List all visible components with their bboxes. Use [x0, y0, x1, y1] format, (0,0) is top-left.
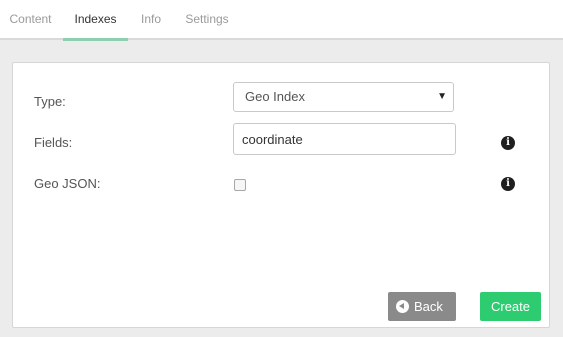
- tab-settings[interactable]: Settings: [178, 0, 236, 40]
- tab-bar: Content Indexes Info Settings: [0, 0, 563, 41]
- active-tab-indicator: [63, 38, 128, 41]
- info-icon[interactable]: i: [501, 136, 515, 150]
- back-button[interactable]: Back: [388, 292, 456, 321]
- type-select[interactable]: Geo Index ▼: [233, 82, 454, 112]
- type-select-value: Geo Index: [245, 89, 305, 104]
- arrow-left-circle-icon: [396, 300, 409, 313]
- fields-input[interactable]: [233, 123, 456, 155]
- geojson-checkbox[interactable]: [234, 179, 246, 191]
- caret-down-icon: ▼: [437, 91, 447, 102]
- tab-info[interactable]: Info: [134, 0, 168, 40]
- type-label: Type:: [34, 94, 66, 109]
- index-form-panel: Type: Geo Index ▼ Fields: i Geo JSON: i …: [12, 62, 550, 328]
- geojson-label: Geo JSON:: [34, 176, 101, 191]
- tab-content[interactable]: Content: [0, 0, 61, 40]
- back-button-label: Back: [414, 299, 443, 314]
- fields-label: Fields:: [34, 135, 73, 150]
- create-button[interactable]: Create: [480, 292, 541, 321]
- info-icon[interactable]: i: [501, 177, 515, 191]
- tab-indexes[interactable]: Indexes: [63, 0, 128, 40]
